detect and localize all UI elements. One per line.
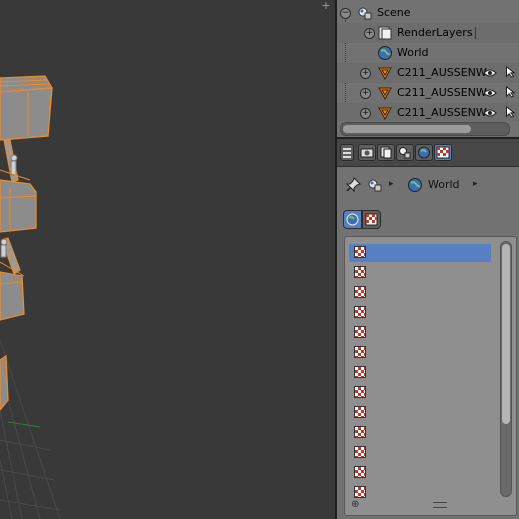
texture-slot[interactable] — [349, 344, 491, 362]
texture-slot[interactable] — [349, 364, 491, 382]
breadcrumb-world[interactable]: World — [428, 178, 460, 191]
texture-icon — [354, 346, 366, 358]
world-context-button[interactable] — [343, 210, 362, 229]
texture-icon — [354, 246, 366, 258]
outliner-label: World — [397, 46, 429, 59]
outliner-row-world[interactable]: World — [337, 43, 519, 63]
3d-viewport[interactable]: + — [0, 0, 335, 519]
world-icon — [346, 213, 359, 226]
world-icon — [408, 178, 422, 192]
mesh-object-icon — [378, 67, 392, 81]
eye-icon[interactable] — [483, 87, 497, 99]
texture-icon — [354, 486, 366, 498]
texture-slot[interactable] — [349, 304, 491, 322]
select-cursor-icon[interactable] — [503, 106, 517, 118]
collapse-icon[interactable]: − — [340, 8, 351, 19]
render-layers-tab[interactable] — [377, 144, 395, 161]
expand-icon[interactable]: + — [360, 68, 371, 79]
texture-icon — [365, 213, 378, 226]
viewport-scene — [0, 75, 61, 519]
texture-tab[interactable] — [434, 144, 452, 161]
expand-icon[interactable]: + — [360, 108, 371, 119]
scene-icon — [368, 179, 382, 192]
breadcrumb: ▸ World ▸ — [343, 174, 513, 196]
texture-icon — [354, 306, 366, 318]
pin-icon[interactable] — [345, 177, 361, 193]
texture-icon — [354, 466, 366, 478]
list-options-icon[interactable]: ⊕ — [351, 499, 359, 510]
texture-slot[interactable] — [349, 404, 491, 422]
properties-editor: ▸ World ▸ ⊕ — [337, 167, 519, 519]
outliner[interactable]: − Scene + RenderLayers World + C211_AUSS… — [337, 0, 519, 137]
texture-icon — [354, 386, 366, 398]
outliner-row-object[interactable]: + C211_AUSSENW — [337, 63, 519, 83]
texture-icon — [354, 406, 366, 418]
texture-slot[interactable] — [349, 444, 491, 462]
scrollbar-thumb[interactable] — [343, 125, 471, 133]
expand-icon[interactable]: + — [364, 28, 375, 39]
texture-context-button[interactable] — [362, 210, 381, 229]
outliner-label: C211_AUSSENW — [397, 106, 487, 119]
mesh-object-icon — [378, 107, 392, 121]
texture-slot[interactable] — [349, 244, 491, 262]
outliner-row-renderlayers[interactable]: + RenderLayers — [337, 23, 519, 43]
chevron-right-icon: ▸ — [389, 179, 394, 189]
outliner-label: Scene — [377, 6, 411, 19]
expand-icon[interactable]: + — [360, 88, 371, 99]
texture-icon — [354, 266, 366, 278]
eye-icon[interactable] — [483, 67, 497, 79]
texture-slot[interactable] — [349, 464, 491, 482]
render-layers-icon — [378, 26, 392, 40]
outliner-label: C211_AUSSENW — [397, 66, 487, 79]
select-cursor-icon[interactable] — [503, 66, 517, 78]
texture-slot[interactable] — [349, 424, 491, 442]
editor-type-icon[interactable] — [340, 144, 354, 161]
world-tab[interactable] — [415, 144, 433, 161]
texture-slot[interactable] — [349, 384, 491, 402]
outliner-row-scene[interactable]: − Scene — [337, 3, 519, 23]
scrollbar-thumb[interactable] — [502, 244, 510, 424]
texture-slot[interactable] — [349, 284, 491, 302]
texture-icon — [354, 446, 366, 458]
texture-icon — [354, 366, 366, 378]
right-panel: − Scene + RenderLayers World + C211_AUSS… — [337, 0, 519, 519]
outliner-horizontal-scrollbar[interactable] — [340, 122, 510, 136]
mesh-object-icon — [378, 87, 392, 101]
chevron-right-icon: ▸ — [473, 179, 478, 189]
outliner-label: C211_AUSSENW — [397, 86, 487, 99]
texture-slot[interactable] — [349, 324, 491, 342]
outliner-label: RenderLayers — [397, 26, 473, 39]
properties-header — [337, 139, 519, 167]
texture-slot[interactable] — [349, 264, 491, 282]
divider — [475, 27, 476, 39]
outliner-row-object[interactable]: + C211_AUSSENW — [337, 83, 519, 103]
list-resize-grip[interactable] — [433, 502, 447, 508]
texture-slot-list[interactable]: ⊕ — [344, 236, 517, 516]
eye-icon[interactable] — [483, 107, 497, 119]
render-tab[interactable] — [358, 144, 376, 161]
texture-icon — [354, 286, 366, 298]
texture-icon — [354, 426, 366, 438]
area-split-handle[interactable]: + — [320, 0, 332, 12]
scene-tab[interactable] — [396, 144, 414, 161]
texture-icon — [354, 326, 366, 338]
texture-list-scrollbar[interactable] — [500, 241, 512, 497]
world-icon — [378, 46, 392, 60]
outliner-row-object[interactable]: + C211_AUSSENW — [337, 103, 519, 121]
select-cursor-icon[interactable] — [503, 86, 517, 98]
texture-slot[interactable] — [349, 484, 491, 502]
scene-icon — [358, 7, 372, 20]
